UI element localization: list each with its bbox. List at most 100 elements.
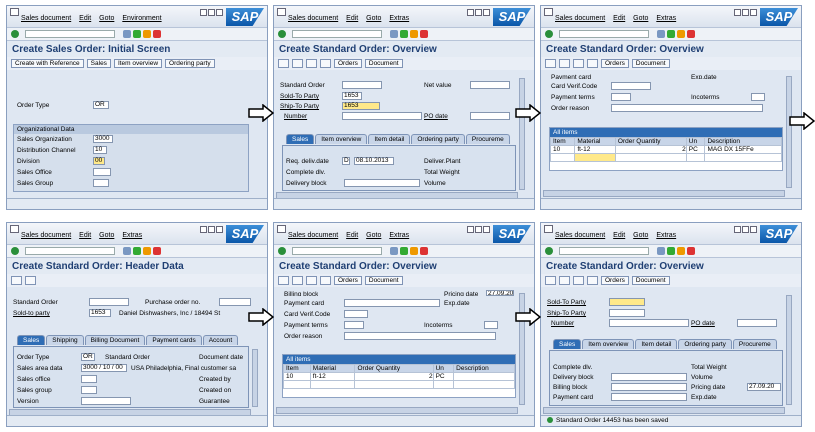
- cancel-icon[interactable]: [153, 247, 161, 255]
- minimize-icon[interactable]: [467, 226, 474, 233]
- close-icon[interactable]: [483, 226, 490, 233]
- ordering-party-button[interactable]: Ordering party: [165, 59, 215, 68]
- col-unit[interactable]: Un: [685, 137, 706, 146]
- tab-item-detail[interactable]: Item detail: [368, 134, 411, 144]
- item-overview-button[interactable]: Item overview: [113, 59, 163, 68]
- menu-edit[interactable]: Edit: [346, 232, 358, 239]
- sold-to-party-field[interactable]: 1653: [342, 92, 362, 100]
- division-field[interactable]: 00: [93, 157, 105, 165]
- ship-to-party-label[interactable]: Ship-To Party: [547, 310, 586, 317]
- sap-window-icon[interactable]: [277, 225, 286, 233]
- menu-sales-document[interactable]: Sales document: [288, 15, 338, 22]
- back-icon[interactable]: [400, 247, 408, 255]
- sap-window-icon[interactable]: [277, 8, 286, 16]
- menu-extras[interactable]: Extras: [389, 232, 409, 239]
- header-details-icon[interactable]: [559, 276, 570, 285]
- command-field[interactable]: [25, 247, 115, 255]
- col-material[interactable]: Material: [574, 137, 616, 146]
- document-button[interactable]: Document: [631, 59, 670, 68]
- sales-group-field[interactable]: [93, 179, 109, 187]
- menu-sales-document[interactable]: Sales document: [21, 232, 71, 239]
- back-icon[interactable]: [667, 30, 675, 38]
- save-icon[interactable]: [390, 30, 398, 38]
- tab-account[interactable]: Account: [202, 335, 239, 345]
- minimize-icon[interactable]: [200, 226, 207, 233]
- header-details-icon[interactable]: [292, 276, 303, 285]
- col-description[interactable]: Description: [704, 137, 782, 146]
- menu-environment[interactable]: Environment: [122, 15, 161, 22]
- cancel-icon[interactable]: [687, 30, 695, 38]
- cell-unit[interactable]: PC: [685, 145, 706, 154]
- menu-goto[interactable]: Goto: [99, 15, 114, 22]
- minimize-icon[interactable]: [467, 9, 474, 16]
- sales-office-field[interactable]: [93, 168, 111, 176]
- horizontal-scrollbar[interactable]: [543, 407, 785, 414]
- cell-unit[interactable]: PC: [432, 372, 455, 381]
- command-field[interactable]: [292, 30, 382, 38]
- display-header-icon[interactable]: [278, 276, 289, 285]
- menu-goto[interactable]: Goto: [366, 15, 381, 22]
- maximize-icon[interactable]: [475, 226, 482, 233]
- sap-window-icon[interactable]: [544, 8, 553, 16]
- po-date-label[interactable]: PO date: [691, 320, 715, 327]
- orders-button[interactable]: Orders: [601, 276, 629, 285]
- po-number-field[interactable]: [219, 298, 251, 306]
- tab-ordering-party[interactable]: Ordering party: [678, 339, 732, 349]
- back-icon[interactable]: [133, 247, 141, 255]
- sales-office-field[interactable]: [81, 375, 97, 383]
- sales-group-field[interactable]: [81, 386, 97, 394]
- cell-description[interactable]: MAG DX 15FFe: [704, 145, 782, 154]
- save-icon[interactable]: [123, 247, 131, 255]
- back-icon[interactable]: [400, 30, 408, 38]
- delivery-block-field[interactable]: [344, 179, 420, 187]
- print-preview-icon[interactable]: [320, 59, 331, 68]
- tab-shipping[interactable]: Shipping: [46, 335, 84, 345]
- card-verif-code-field[interactable]: [611, 82, 651, 90]
- partner-icon[interactable]: [573, 59, 584, 68]
- cell-item[interactable]: 10: [549, 145, 576, 154]
- ship-to-party-field[interactable]: [609, 309, 645, 317]
- col-unit[interactable]: Un: [432, 364, 455, 373]
- maximize-icon[interactable]: [475, 9, 482, 16]
- payment-terms-field[interactable]: [344, 321, 364, 329]
- sales-org-field[interactable]: 3000: [93, 135, 113, 143]
- sold-to-party-field[interactable]: 1653: [89, 309, 111, 317]
- command-field[interactable]: [25, 30, 115, 38]
- sold-to-party-field[interactable]: [609, 298, 645, 306]
- cell-material[interactable]: ft-12: [574, 145, 616, 154]
- vertical-scrollbar[interactable]: [786, 295, 792, 405]
- close-icon[interactable]: [750, 9, 757, 16]
- minimize-icon[interactable]: [734, 9, 741, 16]
- po-number-label[interactable]: Number: [284, 113, 307, 120]
- exit-icon[interactable]: [143, 30, 151, 38]
- menu-edit[interactable]: Edit: [346, 15, 358, 22]
- delivery-block-field[interactable]: [611, 373, 687, 381]
- cancel-icon[interactable]: [687, 247, 695, 255]
- distribution-channel-field[interactable]: 10: [93, 146, 107, 154]
- cell-quantity[interactable]: 2: [614, 145, 687, 154]
- menu-edit[interactable]: Edit: [79, 232, 91, 239]
- vertical-scrollbar[interactable]: [786, 76, 792, 188]
- exit-icon[interactable]: [677, 30, 685, 38]
- po-number-field[interactable]: [609, 319, 689, 327]
- enter-icon[interactable]: [11, 30, 19, 38]
- po-date-label[interactable]: PO date: [424, 113, 448, 120]
- partner-icon[interactable]: [306, 276, 317, 285]
- maximize-icon[interactable]: [208, 9, 215, 16]
- sold-to-party-label[interactable]: Sold-To Party: [280, 93, 319, 100]
- card-verif-code-field[interactable]: [344, 310, 368, 318]
- close-icon[interactable]: [750, 226, 757, 233]
- menu-sales-document[interactable]: Sales document: [555, 15, 605, 22]
- sap-window-icon[interactable]: [10, 225, 19, 233]
- print-preview-icon[interactable]: [587, 59, 598, 68]
- display-header-icon[interactable]: [11, 276, 22, 285]
- create-with-reference-button[interactable]: Create with Reference: [11, 59, 84, 68]
- po-date-field[interactable]: [737, 319, 777, 327]
- orders-button[interactable]: Orders: [334, 59, 362, 68]
- sap-window-icon[interactable]: [544, 225, 553, 233]
- sap-window-icon[interactable]: [10, 8, 19, 16]
- tab-item-overview[interactable]: Item overview: [582, 339, 635, 349]
- complete-dlv-checkbox[interactable]: Complete dlv.: [286, 169, 325, 176]
- pricing-date-field[interactable]: 27.09.20: [486, 290, 514, 296]
- display-header-icon[interactable]: [545, 59, 556, 68]
